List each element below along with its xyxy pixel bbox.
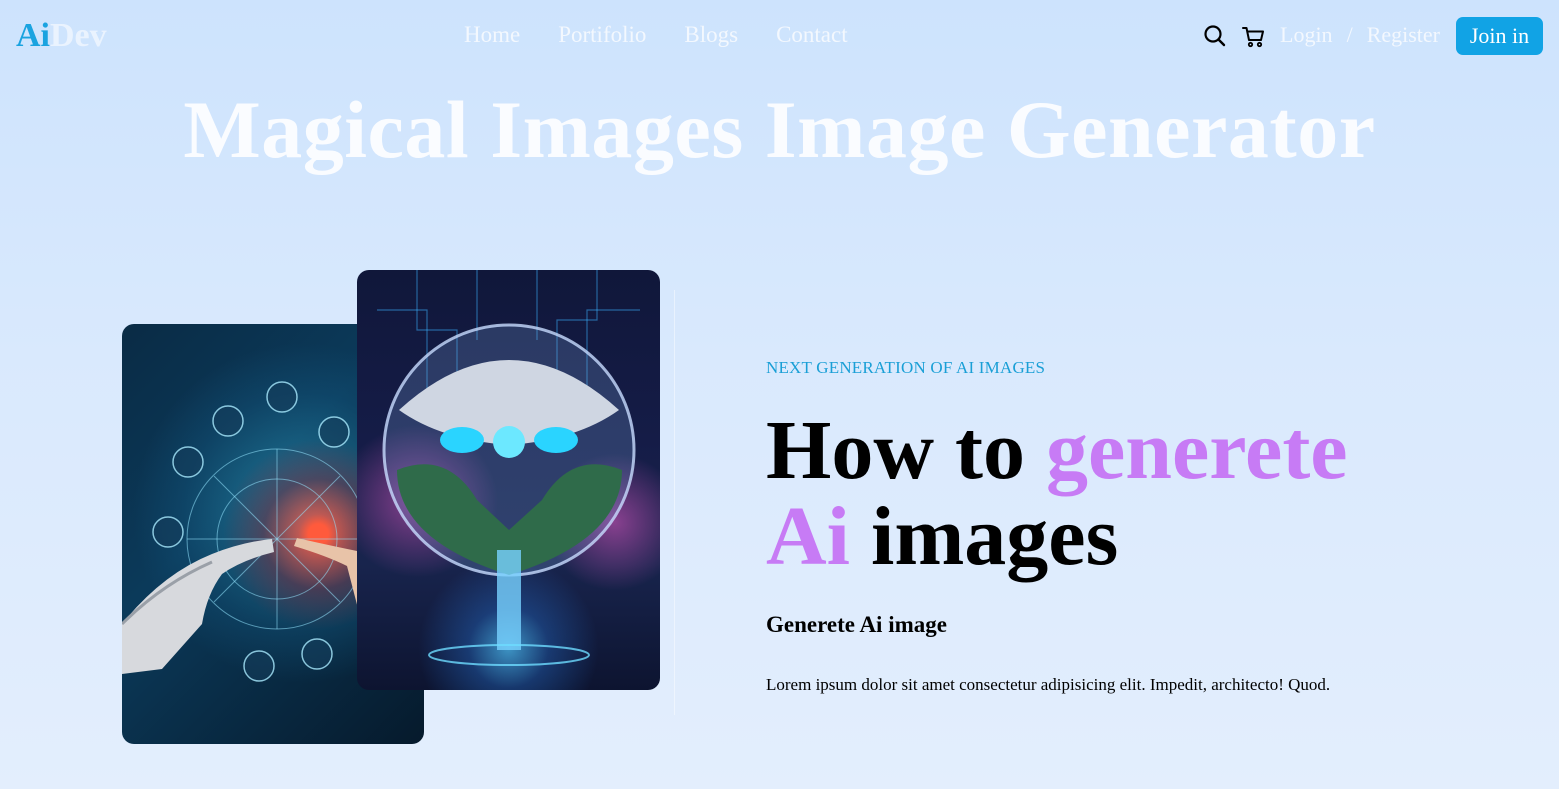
subhead: Generete Ai image — [766, 612, 947, 637]
search-icon[interactable] — [1202, 23, 1228, 49]
logo[interactable]: AiDev — [16, 16, 107, 56]
headline: How to generete Ai images — [766, 408, 1466, 580]
register-link[interactable]: Register — [1367, 20, 1440, 50]
logo-ai: Ai — [16, 17, 50, 54]
robot-globe-image — [357, 270, 660, 690]
auth-separator: / — [1346, 22, 1353, 47]
headline-accent2: Ai — [766, 490, 850, 583]
headline-part2: images — [850, 490, 1119, 583]
auth-links: Login / Register — [1280, 20, 1440, 50]
nav-home[interactable]: Home — [464, 20, 520, 50]
hero-title: Magical Images Image Generator — [183, 84, 1376, 175]
headline-accent1: generete — [1045, 404, 1348, 497]
divider — [674, 290, 675, 715]
eyebrow-text: NEXT GENERATION OF AI IMAGES — [766, 358, 1046, 377]
login-link[interactable]: Login — [1280, 20, 1333, 50]
main-nav: Home Portifolio Blogs Contact — [464, 20, 848, 50]
body-text: Lorem ipsum dolor sit amet consectetur a… — [766, 675, 1331, 694]
headline-part1: How to — [766, 404, 1046, 497]
cart-icon[interactable] — [1240, 23, 1266, 49]
nav-contact[interactable]: Contact — [776, 20, 848, 50]
nav-blogs[interactable]: Blogs — [684, 20, 738, 50]
join-button[interactable]: Join in — [1456, 17, 1543, 55]
nav-portfolio[interactable]: Portifolio — [558, 20, 646, 50]
logo-dev: Dev — [50, 17, 107, 54]
